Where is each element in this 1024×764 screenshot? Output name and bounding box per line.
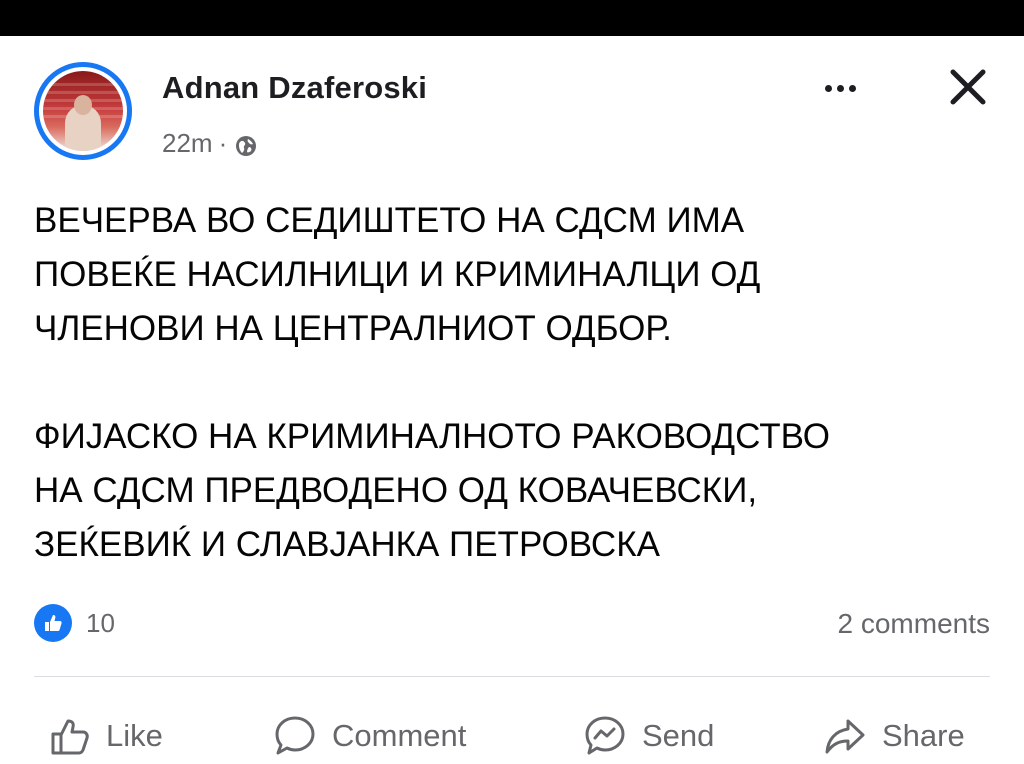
globe-icon: [235, 133, 257, 156]
messenger-icon: [585, 716, 625, 755]
like-label: Like: [106, 718, 163, 753]
post-text-line: ФИЈАСКО НА КРИМИНАЛНОТО РАКОВОДСТВО: [34, 417, 831, 456]
comment-bubble-icon: [275, 716, 315, 755]
like-button[interactable]: Like: [48, 710, 163, 762]
avatar[interactable]: [34, 62, 132, 160]
share-button[interactable]: Share: [822, 710, 965, 762]
more-options-icon[interactable]: [815, 76, 865, 100]
post-text-line: ЗЕЌЕВИЌ И СЛАВЈАНКА ПЕТРОВСКА: [34, 525, 660, 564]
comment-label: Comment: [332, 718, 467, 753]
post-text-line: НА СДСМ ПРЕДВОДЕНО ОД КОВАЧЕВСКИ,: [34, 471, 758, 510]
reaction-count: 10: [86, 607, 115, 638]
post-time[interactable]: 22m: [162, 128, 213, 159]
post-text: ВЕЧЕРВА ВО СЕДИШТЕТО НА СДСМ ИМА ПОВЕЌЕ …: [34, 194, 1004, 572]
action-bar: Like Comment Send Share: [0, 710, 1024, 762]
status-bar: [0, 0, 1024, 36]
like-badge-icon: [34, 604, 72, 642]
post-card: Adnan Dzaferoski 22m · ВЕЧЕРВА ВО СЕДИШТ…: [0, 36, 1024, 764]
thumbs-up-icon: [51, 719, 89, 755]
post-text-line: ВЕЧЕРВА ВО СЕДИШТЕТО НА СДСМ ИМА: [34, 201, 745, 240]
send-label: Send: [642, 718, 715, 753]
close-icon[interactable]: [945, 64, 991, 110]
author-name[interactable]: Adnan Dzaferoski: [162, 70, 427, 106]
post-text-line: ЧЛЕНОВИ НА ЦЕНТРАЛНИОТ ОДБОР.: [34, 309, 672, 348]
post-meta: 22m ·: [162, 128, 257, 159]
send-button[interactable]: Send: [582, 710, 714, 762]
comments-count-link[interactable]: 2 comments: [838, 608, 991, 640]
comment-button[interactable]: Comment: [272, 710, 466, 762]
share-arrow-icon: [825, 719, 865, 754]
share-label: Share: [882, 718, 965, 753]
meta-separator: ·: [218, 128, 228, 158]
reactions-summary[interactable]: 10: [34, 604, 115, 642]
avatar-photo: [43, 71, 123, 151]
divider: [34, 676, 990, 677]
post-text-line: ПОВЕЌЕ НАСИЛНИЦИ И КРИМИНАЛЦИ ОД: [34, 255, 761, 294]
